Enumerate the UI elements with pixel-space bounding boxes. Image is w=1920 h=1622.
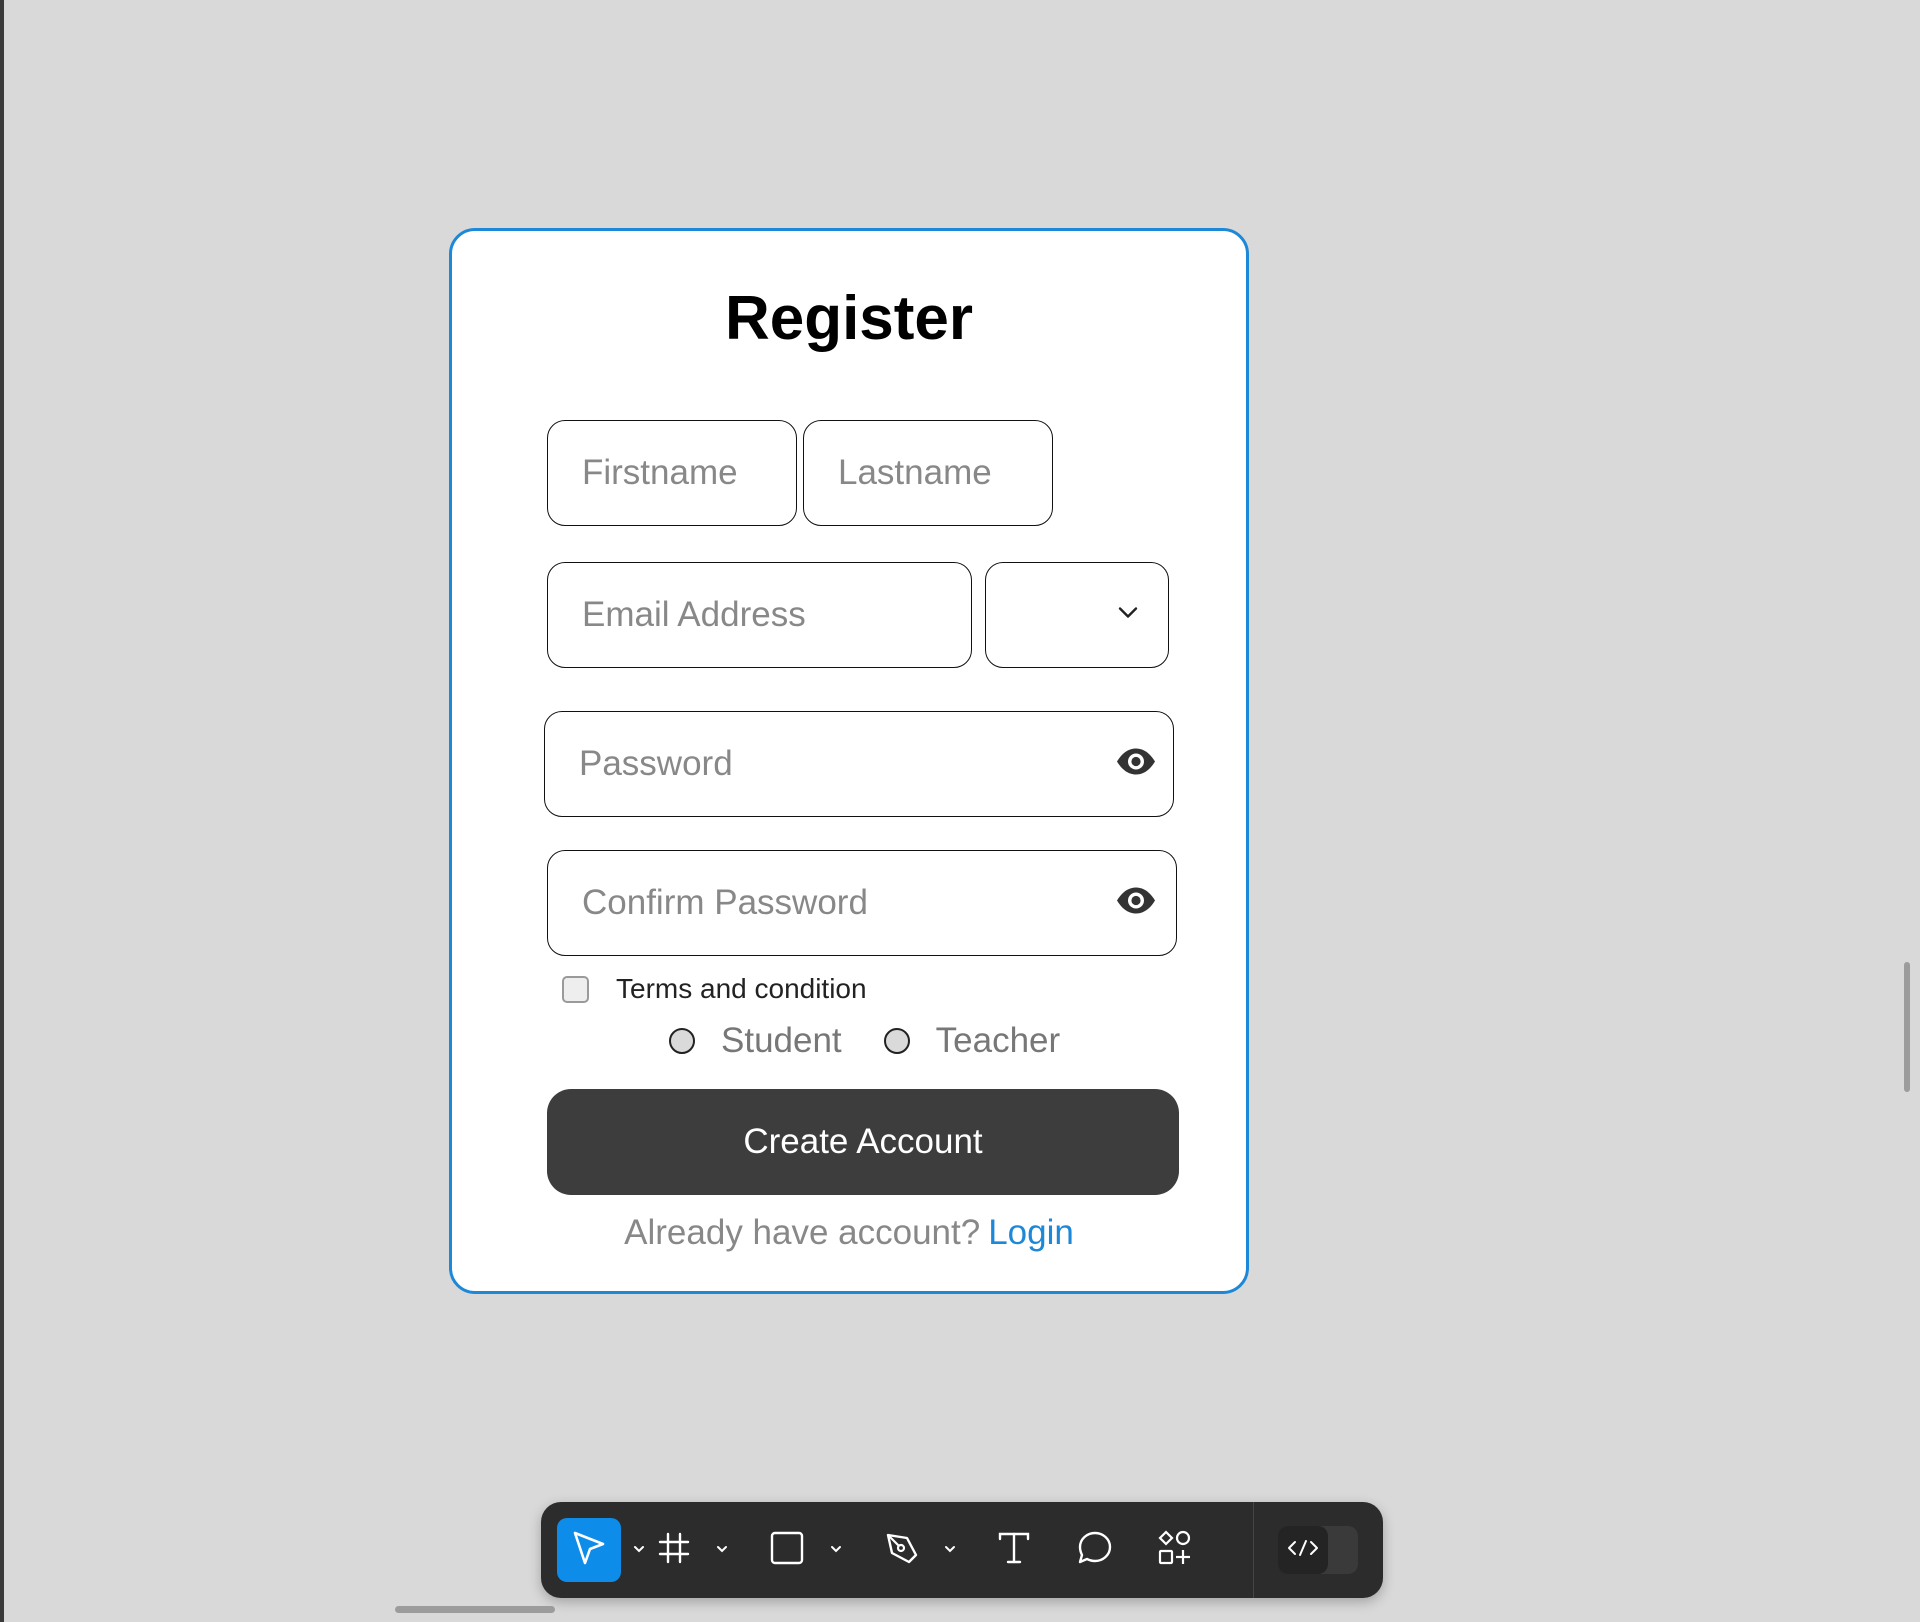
comment-tool-button[interactable] — [1065, 1518, 1125, 1582]
actions-tool-button[interactable] — [1145, 1518, 1205, 1582]
page-title: Register — [724, 284, 974, 353]
frame-tool-menu[interactable] — [712, 1518, 732, 1582]
student-radio[interactable] — [669, 1028, 695, 1054]
comment-icon — [1076, 1529, 1114, 1572]
login-prompt: Already have account? — [624, 1213, 981, 1252]
terms-row: Terms and condition — [562, 973, 867, 1005]
create-account-button[interactable]: Create Account — [547, 1089, 1179, 1195]
password-placeholder: Password — [579, 744, 733, 783]
email-placeholder: Email Address — [582, 595, 806, 634]
eye-icon[interactable] — [1115, 748, 1157, 781]
teacher-label: Teacher — [935, 1021, 1061, 1060]
dev-mode-knob — [1278, 1526, 1328, 1574]
terms-checkbox[interactable] — [562, 975, 589, 1003]
chevron-down-icon — [1116, 605, 1140, 626]
text-tool-button[interactable] — [984, 1518, 1044, 1582]
toolbar-divider — [1253, 1502, 1254, 1598]
shape-tool-button[interactable] — [757, 1518, 817, 1582]
vertical-scrollbar[interactable] — [1904, 962, 1910, 1092]
firstname-field[interactable]: Firstname — [547, 420, 797, 526]
shape-tool-menu[interactable] — [826, 1518, 846, 1582]
move-icon — [570, 1529, 608, 1572]
chevron-down-icon — [715, 1541, 729, 1559]
password-field[interactable]: Password — [544, 711, 1174, 817]
chevron-down-icon — [829, 1541, 843, 1559]
firstname-placeholder: Firstname — [582, 453, 738, 492]
frame-tool-button[interactable] — [644, 1518, 704, 1582]
pen-tool-menu[interactable] — [940, 1518, 960, 1582]
login-prompt-row: Already have account? Login — [452, 1213, 1246, 1253]
email-field[interactable]: Email Address — [547, 562, 972, 668]
confirm-password-placeholder: Confirm Password — [582, 883, 868, 922]
chevron-down-icon — [943, 1541, 957, 1559]
role-option-student[interactable]: Student — [669, 1021, 842, 1061]
role-option-teacher[interactable]: Teacher — [883, 1021, 1061, 1061]
teacher-radio[interactable] — [883, 1028, 910, 1054]
actions-icon — [1156, 1529, 1194, 1572]
dev-mode-toggle[interactable] — [1278, 1526, 1358, 1574]
frame-icon — [656, 1530, 692, 1571]
window-left-edge — [0, 0, 4, 1622]
role-radio-group: Student Teacher — [669, 1021, 1060, 1061]
move-tool-button[interactable] — [557, 1518, 621, 1582]
pen-tool-button[interactable] — [872, 1518, 932, 1582]
design-toolbar — [541, 1502, 1383, 1598]
code-icon — [1287, 1538, 1319, 1563]
register-card: Register Firstname Lastname Email Addres… — [449, 228, 1249, 1294]
student-label: Student — [721, 1021, 842, 1060]
eye-icon[interactable] — [1115, 887, 1157, 920]
text-icon — [996, 1530, 1032, 1571]
horizontal-scrollbar[interactable] — [395, 1606, 555, 1613]
lastname-placeholder: Lastname — [838, 453, 992, 492]
dropdown-select[interactable] — [985, 562, 1169, 668]
lastname-field[interactable]: Lastname — [803, 420, 1053, 526]
pen-icon — [883, 1529, 921, 1572]
rectangle-icon — [769, 1530, 805, 1571]
confirm-password-field[interactable]: Confirm Password — [547, 850, 1177, 956]
terms-label: Terms and condition — [616, 973, 867, 1004]
login-link[interactable]: Login — [988, 1213, 1074, 1252]
